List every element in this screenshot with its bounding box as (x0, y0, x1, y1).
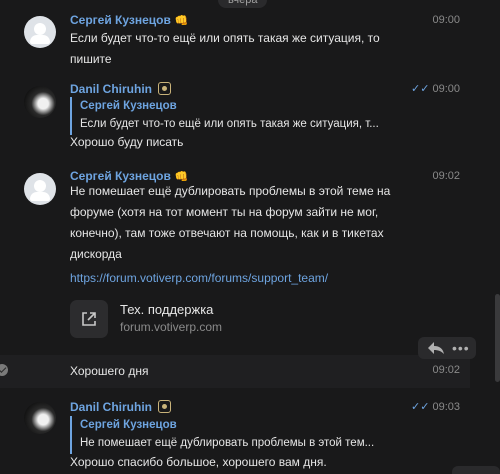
input-bar-edge (452, 466, 500, 474)
chat-history[interactable]: вчера Сергей Кузнецов 👊 09:00 Если будет … (0, 0, 500, 474)
author-name-text: Danil Chiruhin (70, 82, 152, 96)
user-avatar[interactable] (24, 402, 56, 434)
message-text: Если будет что-то ещё или опять такая же… (70, 31, 380, 66)
message-time: ✓✓ 09:00 (411, 82, 460, 95)
fist-emoji: 👊 (174, 15, 189, 27)
preview-title: Тех. поддержка (120, 302, 214, 317)
message-4[interactable]: Хорошего дня 09:02 (0, 355, 470, 388)
message-time: ✓✓ 09:03 (411, 400, 460, 413)
quote-author: Сергей Кузнецов (80, 419, 177, 431)
user-avatar[interactable] (24, 86, 56, 118)
reply-quote[interactable]: Сергей Кузнецов Если будет что-то ещё ил… (70, 97, 410, 135)
time-text: 09:00 (432, 83, 460, 95)
author-name[interactable]: Danil Chiruhin (70, 400, 171, 414)
message-1[interactable]: Сергей Кузнецов 👊 09:00 Если будет что-то… (0, 0, 500, 70)
link-preview[interactable]: Тех. поддержка forum.votiverp.com (70, 300, 330, 340)
time-text: 09:03 (432, 401, 460, 413)
message-time: 09:00 (432, 14, 460, 26)
message-2[interactable]: Danil Chiruhin ✓✓ 09:00 Сергей Кузнецов Е… (0, 70, 500, 160)
message-actions[interactable]: ••• (418, 337, 476, 359)
more-icon[interactable]: ••• (452, 341, 470, 355)
quote-author: Сергей Кузнецов (80, 100, 177, 112)
message-text: Хорошего дня (70, 364, 149, 378)
double-check-icon: ✓✓ (411, 83, 430, 95)
message-text: Хорошо спасибо большое, хорошего вам дня… (70, 455, 327, 469)
reply-quote[interactable]: Сергей Кузнецов Не помешает ещё дублиров… (70, 416, 410, 454)
reply-icon[interactable] (427, 340, 445, 356)
quote-text: Если будет что-то ещё или опять такая же… (80, 118, 379, 130)
message-text: Не помешает ещё дублировать проблемы в э… (70, 184, 391, 261)
quote-text: Не помешает ещё дублировать проблемы в э… (80, 437, 375, 449)
author-name[interactable]: Сергей Кузнецов 👊 (70, 13, 189, 27)
author-name[interactable]: Danil Chiruhin (70, 82, 171, 96)
user-avatar[interactable] (24, 16, 56, 48)
forum-link[interactable]: https://forum.votiverp.com/forums/suppor… (70, 271, 328, 285)
external-link-icon[interactable] (70, 300, 108, 338)
badge-icon (158, 82, 171, 95)
badge-icon (158, 400, 171, 413)
double-check-icon: ✓✓ (411, 401, 430, 413)
message-time: 09:02 (432, 364, 460, 376)
author-name-text: Danil Chiruhin (70, 400, 152, 414)
message-5[interactable]: Danil Chiruhin ✓✓ 09:03 Сергей Кузнецов Н… (0, 390, 500, 474)
message-text: Хорошо буду писать (70, 135, 184, 149)
message-time: 09:02 (432, 170, 460, 182)
author-name-text: Сергей Кузнецов (70, 13, 171, 27)
scrollbar[interactable] (495, 294, 500, 382)
preview-site: forum.votiverp.com (120, 320, 223, 334)
user-avatar[interactable] (24, 173, 56, 205)
